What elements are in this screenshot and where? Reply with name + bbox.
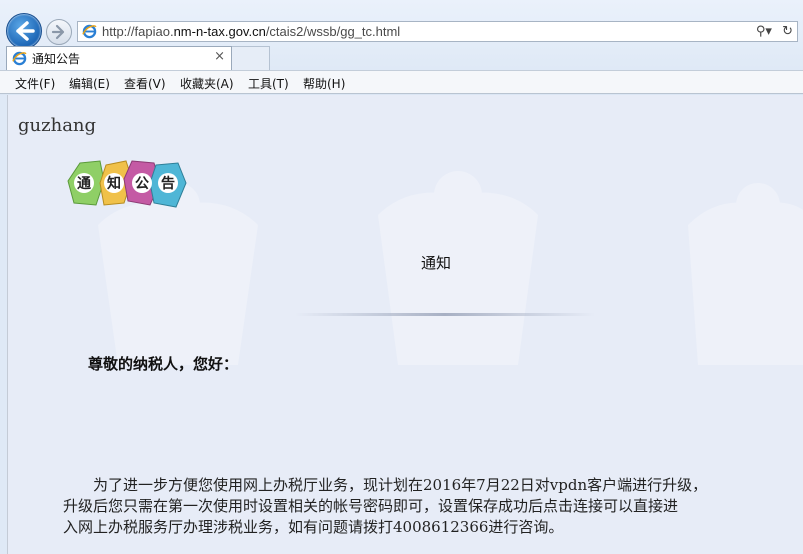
logo-char: 告 — [161, 175, 175, 192]
menu-favorites[interactable]: 收藏夹(A) — [180, 75, 234, 92]
watermark-icon — [688, 183, 803, 365]
logo-char: 通 — [77, 176, 91, 192]
logo-char: 知 — [107, 175, 121, 192]
greeting-text: 尊敬的纳税人，您好： — [88, 355, 239, 373]
url-host: nm-n-tax.gov.cn — [173, 24, 266, 39]
ie-page-icon — [82, 24, 97, 39]
forward-arrow-icon — [51, 24, 65, 40]
ie-tab-icon — [12, 51, 27, 66]
address-tools: ⚲▾ ↻ — [750, 23, 793, 41]
body-line: 为了进一步方便您使用网上办税厅业务，现计划在2016年7月22日对vpdn客户端… — [63, 476, 708, 494]
page-content: guzhang 通 知 公 告 通知 尊敬的纳税人，您好： 为了进一步方便您使用… — [7, 95, 803, 554]
new-tab-button[interactable] — [232, 46, 270, 70]
notice-logo-icon: 通 知 公 告 — [67, 160, 187, 208]
navigation-bar: http://fapiao.nm-n-tax.gov.cn/ctais2/wss… — [0, 0, 803, 49]
title-divider — [295, 313, 595, 316]
logo-char: 公 — [135, 176, 149, 192]
back-arrow-icon — [16, 21, 35, 41]
browser-chrome: http://fapiao.nm-n-tax.gov.cn/ctais2/wss… — [0, 0, 803, 95]
back-button[interactable] — [6, 13, 42, 49]
tab-notice[interactable]: 通知公告 × — [6, 46, 232, 70]
address-bar[interactable]: http://fapiao.nm-n-tax.gov.cn/ctais2/wss… — [77, 21, 798, 42]
body-line: 入网上办税服务厅办理涉税业务，如有问题请拨打4008612366进行咨询。 — [63, 518, 564, 536]
menu-edit[interactable]: 编辑(E) — [69, 75, 110, 92]
url-prefix: http://fapiao. — [102, 24, 174, 39]
url-path: /ctais2/wssb/gg_tc.html — [265, 24, 401, 39]
refresh-icon[interactable]: ↻ — [782, 24, 793, 39]
menu-tools[interactable]: 工具(T) — [248, 75, 289, 92]
url-text[interactable]: http://fapiao.nm-n-tax.gov.cn/ctais2/wss… — [102, 23, 400, 41]
menu-bar: 文件(F) 编辑(E) 查看(V) 收藏夹(A) 工具(T) 帮助(H) — [0, 70, 803, 94]
notice-title: 通知 — [420, 254, 451, 272]
notice-body: 为了进一步方便您使用网上办税厅业务，现计划在2016年7月22日对vpdn客户端… — [63, 475, 803, 538]
tab-title: 通知公告 — [32, 52, 81, 66]
menu-view[interactable]: 查看(V) — [124, 75, 166, 92]
user-name: guzhang — [18, 115, 97, 136]
body-line: 升级后您只需在第一次使用时设置相关的帐号密码即可，设置保存成功后点击连接可以直接… — [63, 497, 679, 515]
menu-help[interactable]: 帮助(H) — [303, 75, 345, 92]
menu-file[interactable]: 文件(F) — [15, 75, 55, 92]
forward-button[interactable] — [46, 19, 72, 45]
search-icon[interactable]: ⚲▾ — [756, 24, 772, 39]
close-icon[interactable]: × — [214, 49, 225, 64]
